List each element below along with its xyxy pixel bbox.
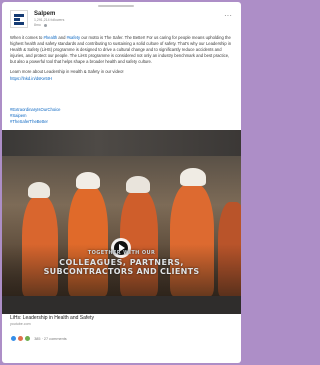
video-caption-line-3: SUBCONTRACTORS AND CLIENTS — [43, 267, 200, 276]
drag-handle[interactable] — [98, 5, 134, 7]
video-caption-line-1: TOGETHER WITH OUR — [87, 250, 156, 256]
hashtag-safety[interactable]: #safety — [67, 35, 81, 40]
hashtag-list: #ExtraordinaryIsOurChoice #Saipem #TheSa… — [10, 107, 210, 126]
video-link[interactable]: https://lnkd.in/dsKe5tH — [10, 76, 52, 81]
body-text-segment: and — [57, 35, 67, 40]
linkedin-post-card: Salpem 1,291,214 followers 8mo ··· When … — [2, 2, 241, 363]
worker-helmet — [126, 176, 150, 193]
more-options-button[interactable]: ··· — [224, 12, 232, 20]
reaction-counts[interactable]: 385 · 27 comments — [34, 337, 67, 341]
worker-helmet — [180, 168, 206, 186]
video-source: youtube.com — [10, 322, 31, 326]
body-text-segment: When it comes to — [10, 35, 44, 40]
hashtag-safer-better[interactable]: #TheSaferTheBetter — [10, 119, 210, 125]
post-paragraph-1: When it comes to #health and #safety our… — [10, 35, 235, 65]
support-reaction-icon — [24, 335, 32, 342]
hashtag-health[interactable]: #health — [44, 35, 58, 40]
post-age: 8mo — [34, 23, 47, 27]
like-reaction-icon — [10, 335, 17, 342]
video-title[interactable]: LiHs: Leadership in Health and Safety — [10, 315, 94, 321]
celebrate-reaction-icon — [17, 335, 25, 342]
post-age-text: 8mo — [34, 23, 41, 27]
post-paragraph-2: Learn more about Leadership in Health & … — [10, 69, 235, 81]
video-player[interactable]: TOGETHER WITH OUR COLLEAGUES, PARTNERS, … — [2, 130, 241, 314]
company-name[interactable]: Salpem — [34, 11, 55, 17]
worker-helmet — [76, 172, 100, 189]
video-top-frame — [2, 130, 241, 156]
video-caption-line-2: COLLEAGUES, PARTNERS, — [59, 258, 184, 267]
worker-helmet — [28, 182, 50, 198]
post-body: When it comes to #health and #safety our… — [10, 35, 235, 82]
globe-icon — [43, 23, 47, 27]
post-header: Salpem 1,291,214 followers 8mo ··· — [10, 10, 234, 32]
reaction-bar[interactable]: 385 · 27 comments — [10, 335, 67, 343]
company-logo[interactable] — [10, 10, 28, 28]
body-text-segment: Learn more about Leadership in Health & … — [10, 69, 124, 75]
follower-count: 1,291,214 followers — [34, 18, 65, 22]
